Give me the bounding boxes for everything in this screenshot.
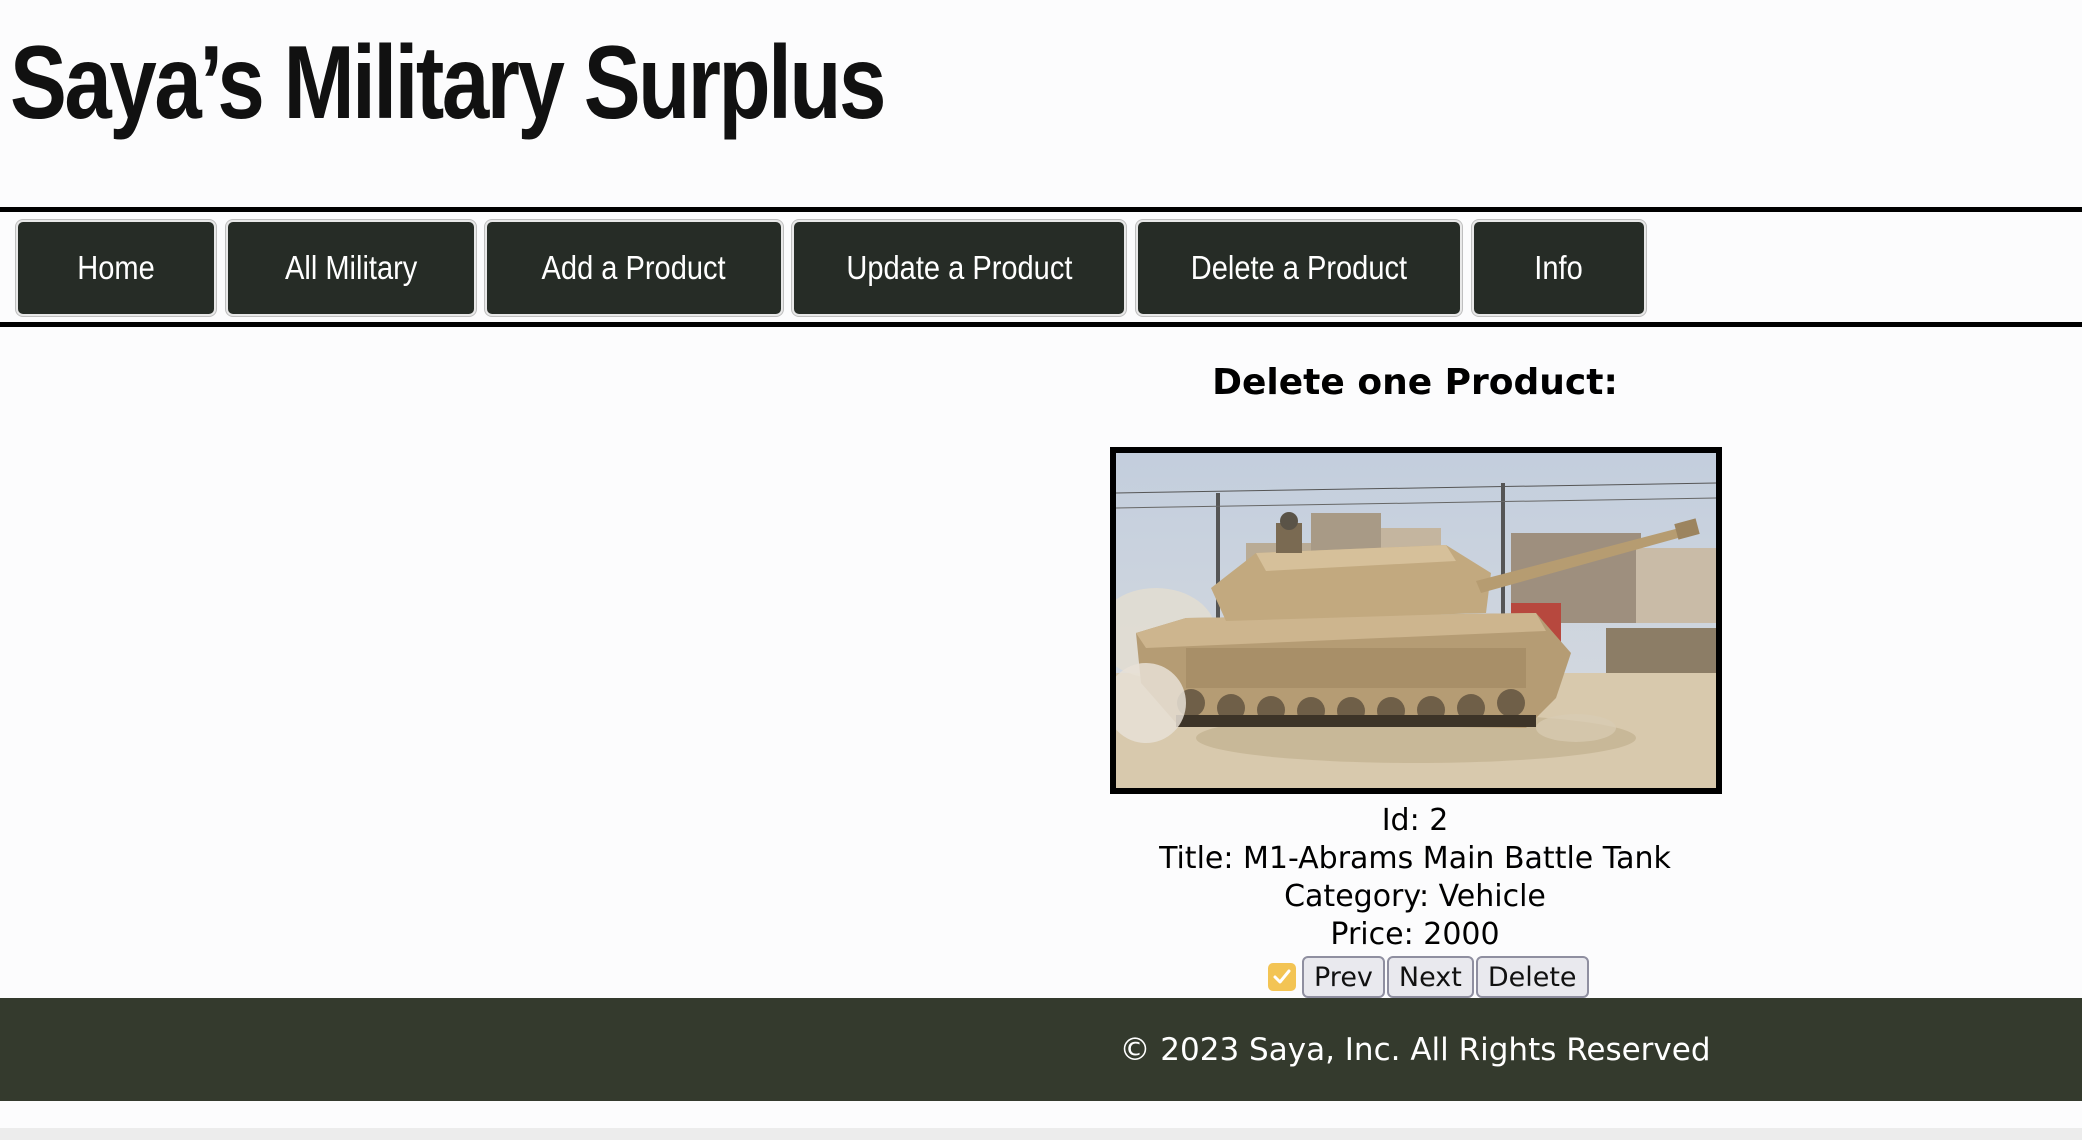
- product-id: Id: 2: [1381, 803, 1449, 838]
- prev-button[interactable]: Prev: [1302, 956, 1385, 998]
- product-price: Price: 2000: [1330, 917, 1500, 952]
- main-nav: Home All Military Add a Product Update a…: [0, 213, 2082, 322]
- nav-add-product-label: Add a Product: [541, 249, 727, 286]
- product-category: Category: Vehicle: [1284, 879, 1546, 914]
- product-image: [1110, 447, 1722, 794]
- record-controls: Prev Next Delete: [1268, 955, 1589, 999]
- select-checkbox[interactable]: [1268, 963, 1296, 991]
- nav-update-product-label: Update a Product: [845, 249, 1073, 286]
- page-heading: Delete one Product:: [1212, 362, 1618, 403]
- bottom-strip: [0, 1128, 2082, 1140]
- product-title: Title: M1-Abrams Main Battle Tank: [1159, 841, 1671, 876]
- nav-top-rule: [0, 207, 2082, 212]
- site-title: Saya’s Military Surplus: [10, 25, 886, 141]
- nav-bottom-rule: [0, 322, 2082, 327]
- next-button[interactable]: Next: [1386, 956, 1474, 998]
- nav-home-label: Home: [77, 249, 155, 286]
- nav-home-button[interactable]: Home: [16, 220, 216, 316]
- nav-update-product-button[interactable]: Update a Product: [792, 220, 1126, 316]
- copyright-text: © 2023 Saya, Inc. All Rights Reserved: [1119, 1031, 1711, 1068]
- nav-add-product-button[interactable]: Add a Product: [485, 220, 783, 316]
- nav-all-military-label: All Military: [284, 249, 418, 286]
- nav-info-button[interactable]: Info: [1472, 220, 1646, 316]
- checkmark-icon: [1273, 969, 1291, 984]
- tank-photo: [1116, 453, 1716, 788]
- delete-button[interactable]: Delete: [1475, 956, 1589, 998]
- nav-all-military-button[interactable]: All Military: [226, 220, 476, 316]
- nav-info-label: Info: [1534, 249, 1584, 286]
- nav-delete-product-label: Delete a Product: [1190, 249, 1408, 286]
- nav-delete-product-button[interactable]: Delete a Product: [1136, 220, 1462, 316]
- footer: © 2023 Saya, Inc. All Rights Reserved: [0, 998, 2082, 1101]
